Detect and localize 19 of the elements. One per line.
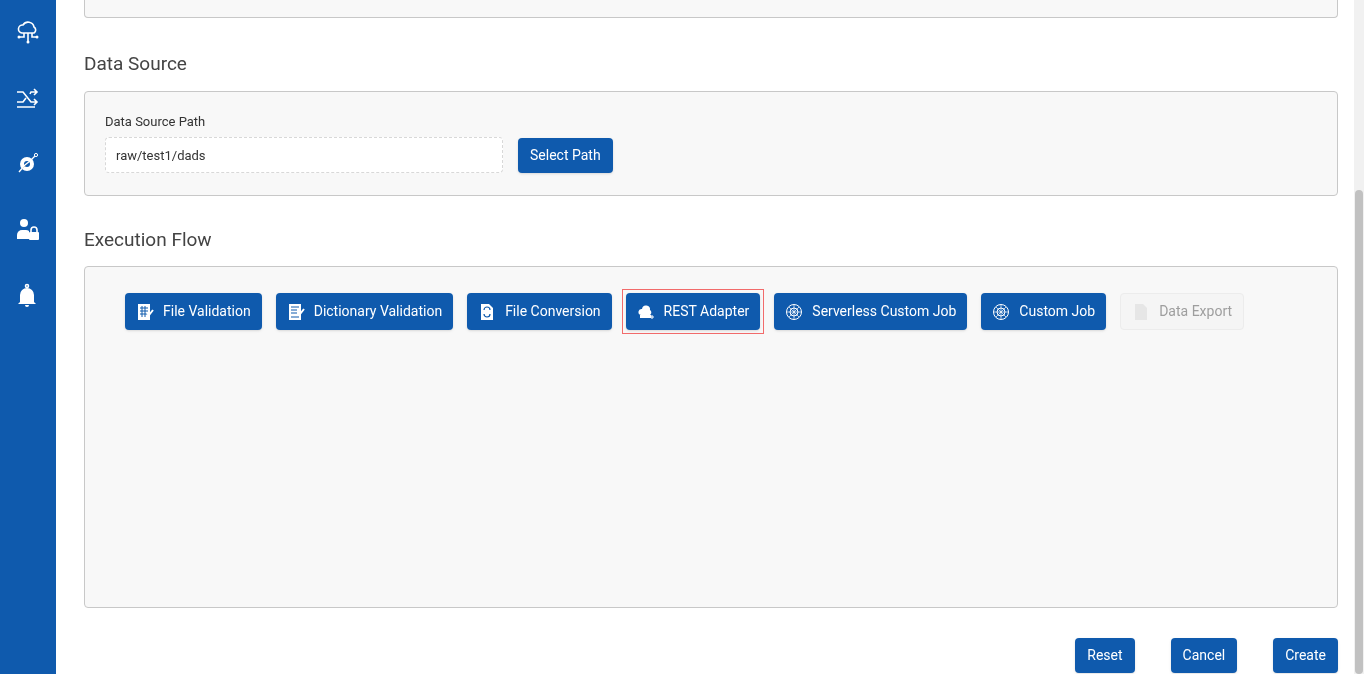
reset-button[interactable]: Reset [1075,638,1135,673]
globe-grid-icon [785,302,804,321]
create-button[interactable]: Create [1273,638,1338,673]
flow-step-button[interactable]: File Conversion [467,293,612,330]
flow-step-button[interactable]: REST Adapter [625,293,761,330]
select-path-button[interactable]: Select Path [518,137,613,173]
file-check-icon [136,302,154,321]
cloud-plug-icon [636,302,655,321]
section-heading: Execution Flow [84,226,213,253]
flow-step-button[interactable]: Serverless Custom Job [774,293,968,330]
section-heading: Data Source [84,51,188,77]
field-label: Data Source Path [105,112,207,131]
cancel-button[interactable]: Cancel [1170,638,1238,673]
flow-step-button[interactable]: Dictionary Validation [275,293,454,330]
document-check-icon [286,302,305,321]
globe-grid-icon [992,302,1011,321]
path-field[interactable]: raw/test1/dads [105,137,503,173]
flow-step-button[interactable]: File Validation [125,293,262,330]
flow-step-button[interactable]: Custom Job [981,293,1107,330]
